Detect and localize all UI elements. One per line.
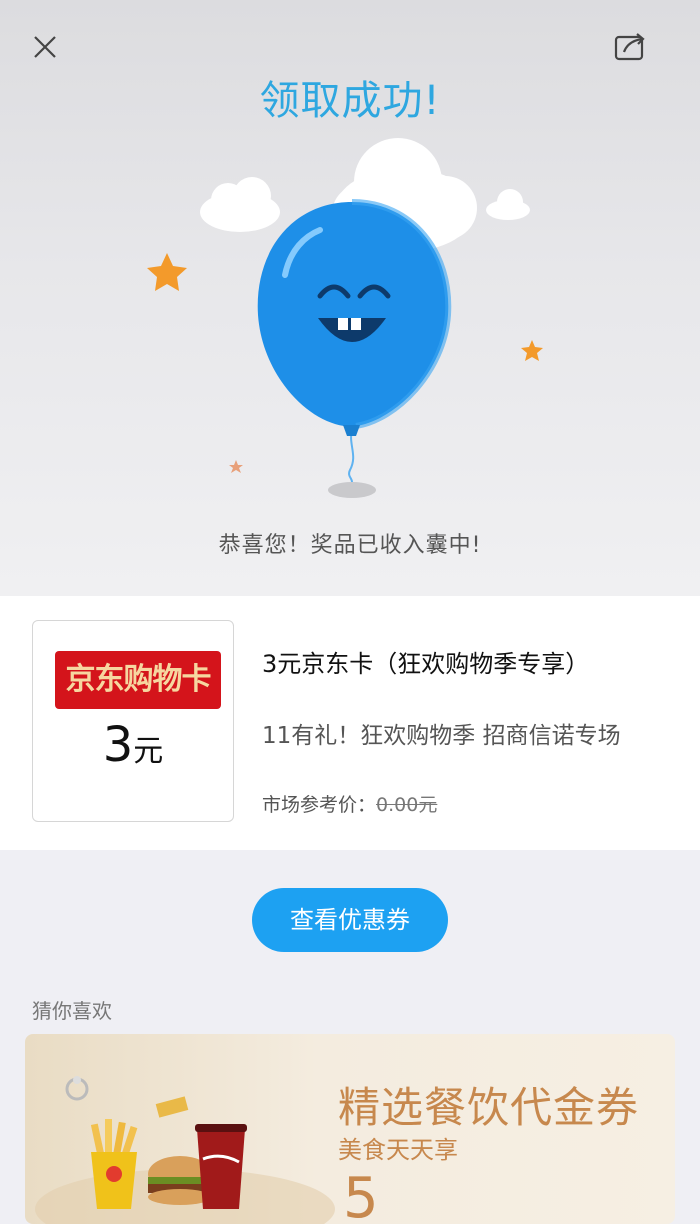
star-icon <box>147 253 187 291</box>
prize-amount-unit: 元 <box>133 734 164 769</box>
star-icon <box>521 340 543 361</box>
prize-amount-number: 3 <box>102 717 134 773</box>
banner-subtitle: 美食天天享 <box>338 1136 458 1164</box>
banner-title: 精选餐饮代金券 <box>338 1083 640 1132</box>
page-title: 领取成功! <box>259 78 441 124</box>
cloud-left <box>200 177 280 232</box>
fries-icon <box>90 1119 138 1209</box>
close-icon <box>34 36 56 58</box>
jd-card-badge: 京东购物卡 <box>55 651 221 709</box>
cola-icon <box>195 1124 247 1209</box>
market-price: 市场参考价：0.00元 <box>262 790 437 817</box>
market-price-label: 市场参考价： <box>262 794 377 816</box>
ring-icon <box>65 1076 89 1101</box>
market-price-value: 0.00元 <box>376 794 438 816</box>
success-message: 恭喜您！奖品已收入囊中! <box>218 533 482 558</box>
balloon-shadow <box>328 482 376 498</box>
prize-title: 3元京东卡（狂欢购物季专享） <box>262 650 590 678</box>
prize-amount: 3元 <box>33 717 233 773</box>
prize-thumbnail: 京东购物卡 3元 <box>32 620 234 822</box>
view-coupon-button[interactable]: 查看优惠券 <box>252 888 448 952</box>
close-button[interactable] <box>25 27 65 67</box>
balloon-string <box>348 427 355 483</box>
food-illustration <box>35 1076 335 1224</box>
banner-amount: 5 <box>343 1166 379 1224</box>
star-icon <box>229 460 243 473</box>
share-button[interactable] <box>610 27 650 67</box>
prize-description: 11有礼！狂欢购物季 招商信诺专场 <box>262 723 621 749</box>
balloon-body <box>257 202 449 428</box>
cloud-right <box>486 189 530 220</box>
share-icon <box>614 33 645 61</box>
prize-card[interactable]: 京东购物卡 3元 3元京东卡（狂欢购物季专享） 11有礼！狂欢购物季 招商信诺专… <box>0 596 700 850</box>
cheese-icon <box>155 1096 189 1118</box>
food-voucher-banner[interactable]: 精选餐饮代金券 美食天天享 5 <box>25 1034 675 1224</box>
success-hero: 领取成功! 恭喜您！奖品已收入囊中! <box>0 0 700 596</box>
recommend-heading: 猜你喜欢 <box>32 999 112 1023</box>
